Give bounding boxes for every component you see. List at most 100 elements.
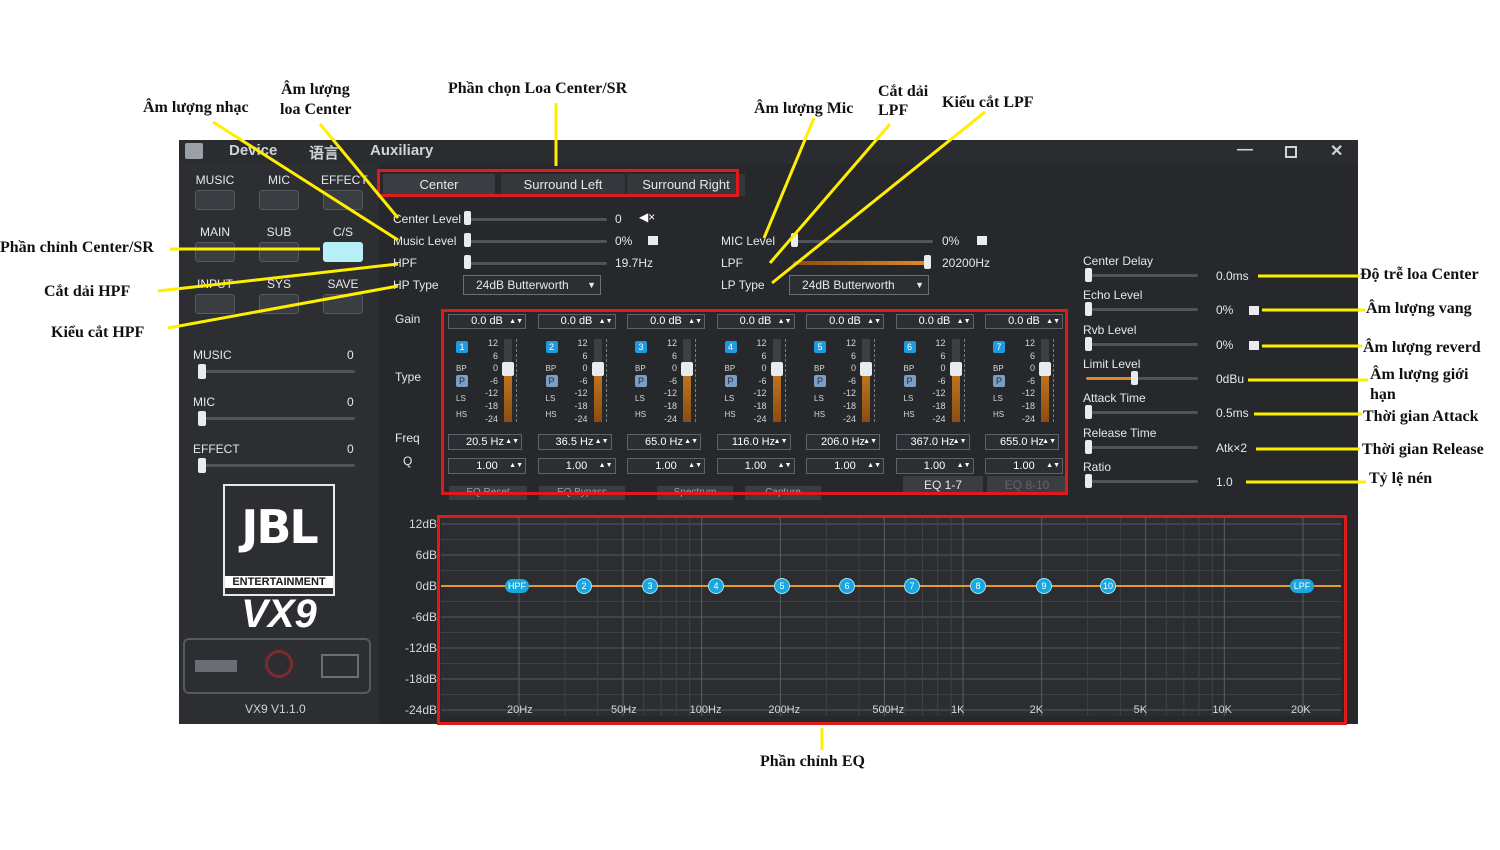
maximize-icon[interactable] — [1285, 146, 1297, 158]
param-track-5[interactable] — [1086, 445, 1198, 449]
app-icon — [185, 143, 203, 159]
eq-graph-y-label: -12dB — [404, 641, 437, 655]
param-value-3: 0dBu — [1216, 371, 1245, 386]
menu-language[interactable]: 语言 — [309, 142, 339, 163]
eq-graph-y-label: 12dB — [408, 517, 437, 531]
close-icon[interactable]: ✕ — [1330, 141, 1343, 161]
annotation-reverb-volume: Âm lượng reverd — [1363, 339, 1481, 356]
param-track-0[interactable] — [1086, 274, 1198, 277]
param-track-2[interactable] — [1086, 342, 1198, 346]
annotation-hpf-type: Kiểu cắt HPF — [51, 324, 145, 341]
speaker-mute-icon[interactable]: ◀× — [639, 210, 655, 224]
param-knob-5[interactable] — [1085, 439, 1092, 454]
nav-cs-button[interactable]: C/S — [321, 224, 365, 262]
nav-mic-button[interactable]: MIC — [257, 172, 301, 210]
param-knob-0[interactable] — [1085, 268, 1092, 282]
device-connection-diagram — [183, 638, 371, 694]
nav-main-button[interactable]: MAIN — [193, 224, 237, 262]
nav-effect-button[interactable]: EFFECT — [321, 172, 368, 210]
param-value-4: 0.5ms — [1216, 406, 1249, 421]
param-knob-4[interactable] — [1085, 405, 1092, 420]
nav-sub-button[interactable]: SUB — [257, 224, 301, 262]
param-knob-6[interactable] — [1085, 473, 1092, 488]
music-level-track[interactable] — [467, 240, 607, 243]
annotation-center-volume: Âm lượng — [281, 81, 350, 98]
nav-effect-label: EFFECT — [321, 173, 368, 187]
mic-level-knob[interactable] — [791, 233, 798, 247]
eq-q-row-label: Q — [403, 454, 413, 468]
annotation-release-time: Thời gian Release — [1362, 441, 1484, 458]
nav-save-button[interactable]: SAVE — [321, 276, 365, 314]
annotation-lpf-cut: Cắt dải — [878, 83, 929, 100]
menu-device[interactable]: Device — [229, 142, 277, 159]
param-knob-3[interactable] — [1131, 370, 1138, 385]
nav-sub-label: SUB — [266, 225, 292, 239]
lpf-knob[interactable] — [924, 255, 931, 269]
annotation-ratio: Tỷ lệ nén — [1369, 470, 1433, 487]
param-track-4[interactable] — [1086, 411, 1198, 415]
center-level-label: Center Level — [393, 212, 462, 226]
lp-type-value: 24dB Butterworth — [802, 278, 895, 292]
logo-model: VX9 — [241, 592, 317, 636]
lp-type-select[interactable]: 24dB Butterworth ▼ — [789, 275, 929, 295]
eq-graph-y-label: 6dB — [415, 548, 437, 562]
param-value-1: 0% — [1216, 303, 1234, 318]
lpf-label: LPF — [721, 256, 744, 270]
effect-slider-value: 0 — [347, 442, 354, 456]
center-level-value: 0 — [615, 212, 622, 226]
highlight-tab-box — [377, 169, 739, 197]
param-track-3[interactable] — [1086, 376, 1198, 380]
mic-slider-label: MIC — [193, 395, 215, 409]
hpf-track[interactable] — [467, 262, 607, 265]
nav-sys-button[interactable]: SYS — [257, 276, 301, 314]
music-slider-knob[interactable] — [198, 364, 206, 379]
param-toggle-icon-2[interactable] — [1249, 340, 1259, 350]
highlight-eq-graph-box — [437, 515, 1347, 725]
nav-music-button[interactable]: MUSIC — [193, 172, 237, 210]
param-track-1[interactable] — [1086, 308, 1198, 312]
annotation-mic-volume: Âm lượng Mic — [754, 100, 854, 117]
effect-slider-knob[interactable] — [198, 458, 206, 473]
center-level-track[interactable] — [467, 218, 607, 221]
annotation-limit-volume-2: hạn — [1370, 386, 1396, 403]
mic-slider-track[interactable] — [199, 417, 355, 420]
chevron-down-icon: ▼ — [915, 280, 924, 290]
hp-type-select[interactable]: 24dB Butterworth ▼ — [463, 275, 601, 295]
chevron-down-icon: ▼ — [587, 280, 596, 290]
eq-type-row-label: Type — [395, 370, 422, 384]
highlight-eq-bands-box — [441, 309, 1068, 495]
lpf-value: 20200Hz — [942, 256, 991, 270]
nav-music-label: MUSIC — [195, 173, 235, 187]
mic-level-track[interactable] — [793, 240, 933, 243]
param-knob-1[interactable] — [1085, 302, 1092, 317]
menu-auxiliary[interactable]: Auxiliary — [370, 142, 433, 159]
lpf-track[interactable] — [793, 261, 927, 265]
minimize-icon[interactable]: — — [1237, 141, 1253, 159]
eq-graph-y-label: -18dB — [404, 672, 437, 686]
param-value-0: 0.0ms — [1216, 269, 1249, 283]
music-slider-track[interactable] — [199, 370, 355, 373]
annotation-hpf-cut: Cắt dải HPF — [44, 283, 131, 300]
music-level-toggle-icon[interactable] — [648, 236, 658, 245]
param-label-2: Rvb Level — [1083, 322, 1137, 337]
mic-level-toggle-icon[interactable] — [977, 236, 987, 245]
eq-graph-y-label: 0dB — [415, 579, 437, 593]
param-label-1: Echo Level — [1083, 288, 1143, 303]
param-knob-2[interactable] — [1085, 336, 1092, 351]
eq-freq-row-label: Freq — [395, 431, 420, 445]
hpf-knob[interactable] — [464, 255, 471, 269]
param-value-2: 0% — [1216, 337, 1234, 352]
annotation-echo-volume: Âm lượng vang — [1366, 300, 1472, 317]
param-label-0: Center Delay — [1083, 254, 1154, 268]
music-level-knob[interactable] — [464, 233, 471, 247]
center-level-knob[interactable] — [464, 211, 471, 225]
laptop-icon — [321, 654, 359, 678]
connection-icon — [265, 650, 293, 678]
mic-slider-knob[interactable] — [198, 411, 206, 426]
param-track-6[interactable] — [1086, 479, 1198, 483]
nav-input-button[interactable]: INPUT — [193, 276, 237, 314]
music-level-value: 0% — [615, 234, 633, 248]
param-toggle-icon-1[interactable] — [1249, 306, 1259, 316]
hp-type-label: HP Type — [393, 278, 439, 292]
effect-slider-track[interactable] — [199, 464, 355, 467]
